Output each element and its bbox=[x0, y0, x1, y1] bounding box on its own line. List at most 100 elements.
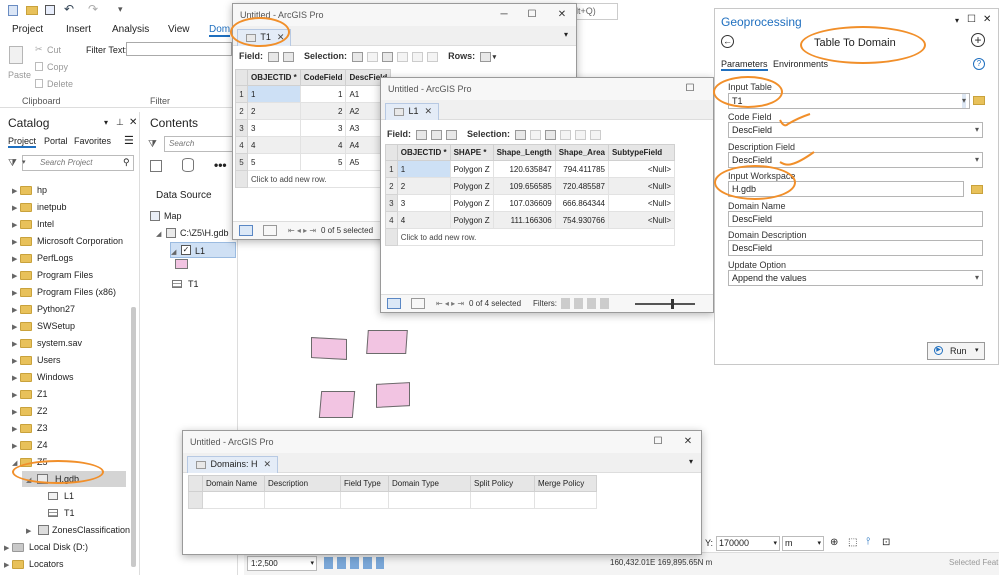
table-cell[interactable]: <Null> bbox=[607, 177, 675, 195]
tab-view[interactable]: View bbox=[168, 24, 190, 35]
column-header[interactable]: Domain Name bbox=[202, 475, 265, 492]
catalog-tab-project[interactable]: Project bbox=[8, 136, 37, 148]
switch-selection-icon[interactable] bbox=[381, 51, 393, 62]
list-by-data-source-icon[interactable] bbox=[182, 158, 194, 172]
new-domain-row[interactable] bbox=[188, 491, 597, 509]
list-by-drawing-order-icon[interactable] bbox=[150, 160, 162, 172]
table-cell[interactable] bbox=[388, 491, 471, 509]
map-polygon-3[interactable] bbox=[318, 391, 356, 418]
table-cell[interactable]: Polygon Z bbox=[449, 194, 494, 212]
tree-item-system-sav[interactable]: ▶ system.sav bbox=[0, 335, 82, 351]
zoom-slider[interactable] bbox=[635, 303, 695, 305]
table-row[interactable]: 3 3 3 A3 bbox=[235, 119, 392, 137]
table-cell[interactable]: 4 bbox=[299, 136, 347, 154]
zoom-to-icon[interactable]: ⬚ bbox=[848, 537, 857, 548]
mark-icon[interactable]: ⊡ bbox=[882, 537, 890, 548]
table-cell[interactable] bbox=[470, 491, 535, 509]
code-field-select[interactable]: DescField ▾ bbox=[728, 122, 983, 138]
expand-arrow-icon[interactable]: ▶ bbox=[4, 541, 12, 557]
tree-item-inetpub[interactable]: ▶ inetpub bbox=[0, 199, 67, 215]
table-cell[interactable]: <Null> bbox=[607, 160, 675, 178]
maximize-icon[interactable]: ☐ bbox=[521, 4, 543, 26]
tree-item-program-files[interactable]: ▶ Program Files bbox=[0, 267, 93, 283]
delete-selection-icon[interactable] bbox=[411, 51, 423, 62]
tree-item-program-files-x86[interactable]: ▶ Program Files (x86) bbox=[0, 284, 116, 300]
customize-icon[interactable]: ▾ bbox=[118, 4, 123, 15]
maximize-icon[interactable]: ☐ bbox=[647, 431, 669, 453]
add-row[interactable]: Click to add new row. bbox=[385, 228, 675, 246]
tree-item-t1[interactable]: T1 bbox=[48, 505, 75, 521]
tree-item-perflogs[interactable]: ▶ PerfLogs bbox=[0, 250, 73, 266]
chevron-down-icon[interactable]: ▾ bbox=[975, 343, 979, 359]
catalog-tab-favorites[interactable]: Favorites bbox=[74, 136, 111, 146]
layer-symbol-swatch[interactable] bbox=[175, 259, 188, 269]
table-cell[interactable]: 5 bbox=[299, 153, 347, 171]
tree-item-z4[interactable]: ▶ Z4 bbox=[0, 437, 48, 453]
contents-search-input[interactable]: Search bbox=[164, 136, 236, 152]
table-cell[interactable] bbox=[534, 491, 597, 509]
tab-l1[interactable]: L1 ✕ bbox=[385, 103, 440, 120]
close-tab-icon[interactable]: ✕ bbox=[264, 459, 272, 469]
back-arrow-icon[interactable]: ← bbox=[721, 35, 734, 48]
expand-arrow-icon[interactable]: ▶ bbox=[12, 371, 20, 387]
tree-item-microsoft-corporation[interactable]: ▶ Microsoft Corporation bbox=[0, 233, 123, 249]
catalog-pin-icon[interactable]: ⊥ bbox=[116, 117, 124, 128]
delete-selection-icon[interactable] bbox=[574, 129, 586, 140]
search-options-icon[interactable]: ▾ bbox=[22, 158, 26, 166]
copy-button[interactable]: Copy bbox=[47, 62, 68, 72]
table-cell[interactable] bbox=[340, 491, 389, 509]
table-cell[interactable]: 1 bbox=[396, 160, 451, 178]
filter-icons[interactable] bbox=[561, 298, 611, 309]
copy-selection-icon[interactable] bbox=[426, 51, 438, 62]
column-header[interactable]: OBJECTID * bbox=[396, 144, 451, 161]
switch-selection-icon[interactable] bbox=[544, 129, 556, 140]
column-header[interactable]: SubtypeField bbox=[607, 144, 675, 161]
clear-selection-icon[interactable] bbox=[559, 129, 571, 140]
tree-item-users[interactable]: ▶ Users bbox=[0, 352, 61, 368]
column-header[interactable]: SHAPE * bbox=[449, 144, 494, 161]
pane-maximize-icon[interactable]: ☐ bbox=[967, 14, 976, 25]
show-selected-records-icon[interactable] bbox=[263, 225, 277, 236]
table-row[interactable]: 4 4 Polygon Z 111.166306 754.930766 <Null> bbox=[385, 211, 675, 229]
redo-icon[interactable]: ↷ bbox=[88, 2, 98, 16]
table-cell[interactable]: 1 bbox=[247, 85, 301, 103]
table-cell[interactable]: 666.864344 bbox=[554, 194, 609, 212]
table-cell[interactable]: 754.930766 bbox=[554, 211, 609, 229]
table-cell[interactable]: 120.635847 bbox=[492, 160, 556, 178]
more-options-icon[interactable]: ••• bbox=[214, 158, 227, 172]
expand-arrow-icon[interactable]: ▶ bbox=[12, 337, 20, 353]
zoom-slider-thumb[interactable] bbox=[671, 299, 674, 309]
add-row-text[interactable]: Click to add new row. bbox=[396, 228, 675, 246]
calculate-field-icon[interactable] bbox=[430, 129, 442, 140]
expand-arrow-icon[interactable]: ▶ bbox=[12, 422, 20, 438]
tree-item-z1[interactable]: ▶ Z1 bbox=[0, 386, 48, 402]
browse-folder-icon[interactable] bbox=[971, 185, 983, 194]
calculate-field-icon[interactable] bbox=[282, 51, 294, 62]
tab-project[interactable]: Project bbox=[12, 24, 43, 35]
show-all-records-icon[interactable] bbox=[387, 298, 401, 309]
contents-path-item[interactable]: ◢ C:\Z5\H.gdb bbox=[156, 225, 229, 241]
column-header[interactable]: Merge Policy bbox=[534, 475, 597, 492]
layer-visibility-checkbox[interactable]: ✓ bbox=[181, 245, 191, 255]
map-polygon-4[interactable] bbox=[376, 382, 410, 408]
catalog-scrollbar[interactable] bbox=[131, 307, 136, 567]
catalog-search-input[interactable]: Search Project ⚲ ▾ bbox=[22, 155, 134, 171]
help-icon[interactable]: ? bbox=[973, 58, 985, 70]
chevron-down-icon[interactable]: ▾ bbox=[493, 54, 497, 61]
tab-list-chevron-icon[interactable]: ▾ bbox=[564, 30, 568, 39]
select-by-attributes-icon[interactable] bbox=[514, 129, 526, 140]
table-cell[interactable]: Polygon Z bbox=[449, 211, 494, 229]
table-cell[interactable] bbox=[202, 491, 265, 509]
table-cell[interactable]: <Null> bbox=[607, 211, 675, 229]
expand-arrow-icon[interactable]: ▶ bbox=[12, 201, 20, 217]
expand-arrow-icon[interactable]: ▶ bbox=[12, 235, 20, 251]
tab-domains-h[interactable]: Domains: H ✕ bbox=[187, 456, 279, 473]
expand-arrow-icon[interactable]: ▶ bbox=[12, 354, 20, 370]
tab-analysis[interactable]: Analysis bbox=[112, 24, 149, 35]
table-cell[interactable]: 111.166306 bbox=[492, 211, 556, 229]
expand-arrow-icon[interactable]: ▶ bbox=[12, 252, 20, 268]
map-polygon-1[interactable] bbox=[311, 337, 347, 360]
tree-item-intel[interactable]: ▶ Intel bbox=[0, 216, 54, 232]
clear-selection-icon[interactable] bbox=[396, 51, 408, 62]
tree-item-zones-classification[interactable]: ▶ ZonesClassification bbox=[26, 522, 130, 538]
